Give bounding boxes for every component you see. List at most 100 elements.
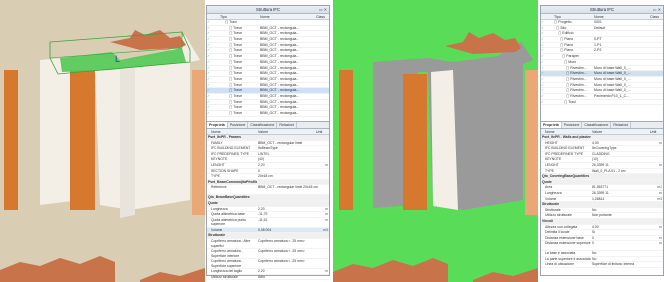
props-header-unit[interactable]: Unit <box>649 129 663 134</box>
tree-header-type[interactable]: Tipo <box>219 14 259 19</box>
tree-checkbox[interactable]: ✓ <box>207 48 219 53</box>
tree-checkbox[interactable]: ✓ <box>541 77 553 82</box>
property-row[interactable]: Reference BBM_OCT - rectangular lintel 20… <box>207 185 329 196</box>
props-header-name[interactable]: Nome <box>541 129 591 134</box>
tree-checkbox[interactable]: ✓ <box>207 94 219 99</box>
property-unit <box>319 233 329 238</box>
tree-checkbox[interactable]: ✓ <box>541 88 553 93</box>
tab-classification[interactable]: Classificazione <box>248 122 278 128</box>
props-header-value[interactable]: Valore <box>257 129 315 134</box>
tab-relations[interactable]: Relazioni <box>277 122 298 128</box>
tree-row-type: ▢ Trave <box>229 82 243 87</box>
property-unit <box>653 146 663 151</box>
property-value: Copriferro armatura < .25 mm> <box>258 258 305 263</box>
tree-header-name[interactable]: Nome <box>259 14 315 19</box>
tree-checkbox[interactable]: ✓ <box>207 105 219 110</box>
tree-checkbox[interactable]: ✓ <box>541 37 553 42</box>
tree-row-type: ▢ Trave <box>229 71 243 76</box>
tab-properties[interactable]: Proprietà <box>207 122 228 128</box>
property-name: Pset_IfcPR - Walls and plasters <box>542 135 591 139</box>
props-header-unit[interactable]: Unit <box>315 129 329 134</box>
tree-checkbox[interactable]: ✓ <box>541 20 553 25</box>
property-row[interactable]: Copriferro armatura - Superficie superio… <box>207 259 329 269</box>
tree-row-type: ▢ Trave <box>229 42 243 47</box>
property-name: Pset_IfcPR - Params <box>208 135 241 139</box>
tree-header-name[interactable]: Nome <box>593 14 649 19</box>
tree-checkbox[interactable]: ✓ <box>207 31 219 36</box>
property-value <box>257 195 319 200</box>
window-controls[interactable]: ▭ ✕ <box>653 6 661 14</box>
tree-header-type[interactable]: Tipo <box>553 14 593 19</box>
property-name: Lunghezza del taglio <box>211 268 243 273</box>
ifc-tree: ✓ ▢ Progetto 0001 ✓ ▢ Sito Default ✓ ▢ Edificio… <box>541 20 663 122</box>
tree-checkbox[interactable]: ✓ <box>207 77 219 82</box>
tree-row-type: ▢ Trave <box>229 105 243 110</box>
wall-segment-left <box>4 70 18 210</box>
tree-header-class[interactable]: Class <box>315 14 329 19</box>
tree-checkbox[interactable]: ✓ <box>207 26 219 31</box>
property-value: CLADDING <box>592 151 610 156</box>
property-value <box>591 135 653 140</box>
property-unit <box>653 251 663 256</box>
props-header-name[interactable]: Nome <box>207 129 257 134</box>
tab-properties[interactable]: Proprietà <box>541 122 562 128</box>
tree-row[interactable]: ✓ ▢ Travi <box>541 100 663 106</box>
property-row[interactable]: Linea di ubicazione Superficie di finitur… <box>541 262 663 269</box>
tree-checkbox[interactable]: ✓ <box>207 37 219 42</box>
tree-checkbox[interactable]: ✓ <box>541 26 553 31</box>
tree-checkbox[interactable]: ✓ <box>541 83 553 88</box>
tree-checkbox[interactable]: ✓ <box>207 43 219 48</box>
tree-checkbox[interactable]: ✓ <box>541 48 553 53</box>
wall-pillar <box>70 70 95 210</box>
tree-row[interactable]: ✓ ▢ Trave BBM_OCT - rectangula... <box>207 111 329 117</box>
tree-row-name: BBM_OCT - rectangula... <box>260 99 300 104</box>
tree-checkbox[interactable]: ✓ <box>541 100 553 105</box>
property-name: Altezza non collegata <box>545 224 578 229</box>
property-row[interactable]: Utilizzo strutturale Altro <box>207 275 329 281</box>
property-row[interactable]: Quota altimetrica punto superiore -11,61 m <box>207 218 329 228</box>
tree-checkbox[interactable]: ✓ <box>541 71 553 76</box>
tree-checkbox[interactable]: ✓ <box>207 60 219 65</box>
tree-checkbox[interactable]: ✓ <box>541 94 553 99</box>
tree-checkbox[interactable]: ✓ <box>207 20 219 25</box>
property-name: SECTION SHAPE <box>211 168 239 173</box>
property-unit <box>319 275 329 280</box>
tree-row-type: ▢ Travi <box>225 20 237 24</box>
model-viewport-left[interactable]: L <box>0 0 205 282</box>
window-controls[interactable]: ▭ ✕ <box>319 6 327 14</box>
tab-classification[interactable]: Classificazione <box>582 122 612 128</box>
properties-tabs: Proprietà Posizione Classificazione Rela… <box>207 122 329 129</box>
tree-checkbox[interactable]: ✓ <box>541 43 553 48</box>
property-value: (40) <box>258 157 265 162</box>
tree-checkbox[interactable]: ✓ <box>207 71 219 76</box>
property-row[interactable]: Distanza estensione superiore 0 m <box>541 241 663 252</box>
tree-checkbox[interactable]: ✓ <box>207 100 219 105</box>
tree-checkbox[interactable]: ✓ <box>207 66 219 71</box>
tree-checkbox[interactable]: ✓ <box>541 60 553 65</box>
tab-position[interactable]: Posizione <box>228 122 249 128</box>
tree-checkbox[interactable]: ✓ <box>207 88 219 93</box>
property-unit <box>319 152 329 157</box>
tree-row-name: BBM_OCT - rectangula... <box>260 111 300 115</box>
tree-checkbox[interactable]: ✓ <box>207 54 219 59</box>
tree-checkbox[interactable]: ✓ <box>541 31 553 36</box>
property-row[interactable]: Copriferro armatura - Superficie inferio… <box>207 249 329 259</box>
tab-position[interactable]: Posizione <box>562 122 583 128</box>
tree-checkbox[interactable]: ✓ <box>541 54 553 59</box>
props-header-value[interactable]: Valore <box>591 129 649 134</box>
model-viewport-right[interactable] <box>333 0 538 282</box>
property-row[interactable]: Copriferro armatura - Altre superfici Cop… <box>207 239 329 249</box>
property-value <box>591 180 653 185</box>
tree-checkbox[interactable]: ✓ <box>207 83 219 88</box>
tree-header-class[interactable]: Class <box>649 14 663 19</box>
tree-checkbox[interactable]: ✓ <box>207 111 219 116</box>
tree-checkbox[interactable]: ✓ <box>541 66 553 71</box>
property-value: 2,20 <box>258 162 265 167</box>
tab-relations[interactable]: Relazioni <box>611 122 632 128</box>
ifc-structure-panel-left: Struttura IFC ▭ ✕ Tipo Nome Class ✓ ▢ Tra… <box>206 5 330 281</box>
tree-row-type: ▢ Trave <box>229 65 243 70</box>
property-unit <box>653 219 663 224</box>
property-unit <box>319 259 329 268</box>
property-value: Altro <box>258 274 265 279</box>
property-unit <box>319 201 329 206</box>
